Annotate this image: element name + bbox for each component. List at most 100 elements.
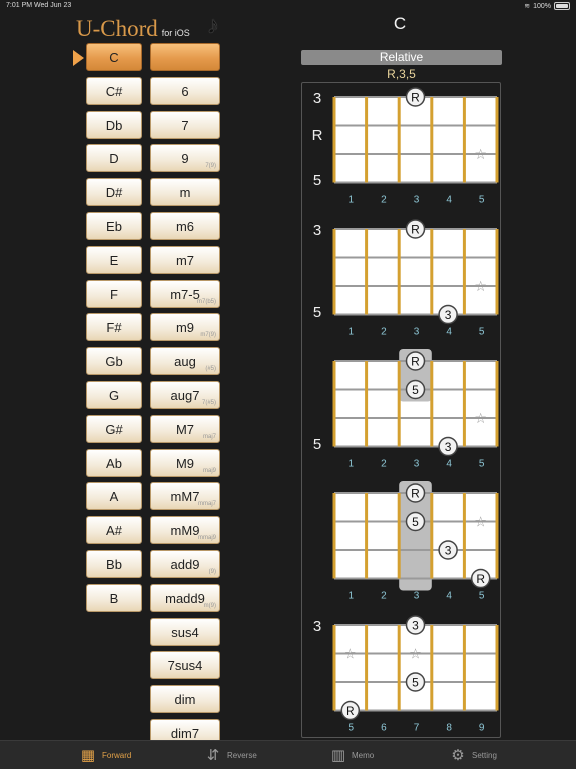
chord-type-button-aug7[interactable]: aug7 7(#5) xyxy=(150,381,220,409)
star-icon: ☆ xyxy=(474,515,487,531)
key-button-gsharp[interactable]: G# xyxy=(86,414,142,443)
fret-number: 1 xyxy=(349,459,355,470)
fret-number: 3 xyxy=(414,195,420,206)
key-button-a[interactable]: A xyxy=(86,482,142,511)
chord-type-button-m7-5[interactable]: m7-5 m7(b5) xyxy=(150,279,220,308)
tab-label: Forward xyxy=(102,750,132,760)
memo-icon: ▥ xyxy=(330,747,346,764)
relative-button[interactable]: Relative xyxy=(301,50,502,65)
key-button-gb[interactable]: Gb xyxy=(86,347,142,376)
key-button-c[interactable]: C xyxy=(86,43,142,71)
fret-number: 4 xyxy=(446,327,452,338)
key-button-eb[interactable]: Eb xyxy=(86,212,142,240)
star-icon: ☆ xyxy=(474,279,487,295)
fret-number: 4 xyxy=(446,591,452,602)
chord-type-button-m9[interactable]: M9 maj9 xyxy=(150,448,220,477)
fretboard-bg xyxy=(334,97,497,183)
key-button-bb[interactable]: Bb xyxy=(86,550,142,578)
chord-type-label: 6 xyxy=(181,83,189,99)
chord-type-button-mm7[interactable]: mM7 mmaj7 xyxy=(150,482,220,511)
chord-type-alias: mmaj7 xyxy=(197,501,216,508)
key-button-ab[interactable]: Ab xyxy=(86,448,142,477)
fret-number: 2 xyxy=(381,195,387,206)
star-icon: ☆ xyxy=(344,647,357,663)
fret-number: 5 xyxy=(479,195,485,206)
key-button-e[interactable]: E xyxy=(86,245,142,274)
status-date: Wed Jun 23 xyxy=(34,2,72,9)
fret-number: 8 xyxy=(446,723,452,734)
fret-number: 5 xyxy=(349,723,355,734)
wifi-icon: ≋ xyxy=(524,3,531,10)
status-right: ≋ 100% xyxy=(524,2,570,10)
chord-type-button-aug[interactable]: aug (#5) xyxy=(150,347,220,376)
note-dot-label: 3 xyxy=(445,308,452,322)
chord-diagram: 3 5 1 2 3 4 5 ☆ R 3 xyxy=(313,219,499,338)
fretboard-bg xyxy=(334,625,497,711)
fret-number: 5 xyxy=(479,591,485,602)
selection-arrow-icon xyxy=(73,50,84,66)
chord-type-button-major[interactable] xyxy=(150,43,220,71)
note-dot-label: R xyxy=(411,355,420,369)
chord-type-button-m6[interactable]: m6 xyxy=(150,212,220,240)
chord-type-button-7sus4[interactable]: 7sus4 xyxy=(150,651,220,680)
key-button-d[interactable]: D xyxy=(86,144,142,173)
chord-type-button-m7[interactable]: M7 maj7 xyxy=(150,414,220,443)
fret-number: 3 xyxy=(414,459,420,470)
tab-memo[interactable]: ▥ Memo xyxy=(330,741,374,769)
note-dot-label: 3 xyxy=(445,440,452,454)
note-dot-label: R xyxy=(476,572,485,586)
chord-type-button-6[interactable]: 6 xyxy=(150,76,220,105)
fretboard-diagrams: 3 R 5 1 2 3 4 5 ☆ R 3 5 1 2 3 4 5 ☆ R 3 5 1 2 3 4 5 ☆ R 5 3 1 2 3 4 5 ☆ R 5 3 R… xyxy=(312,87,499,734)
tab-forward[interactable]: ▦ Forward xyxy=(80,741,131,769)
fret-number: 9 xyxy=(479,723,485,734)
chord-type-alias: m7(b5) xyxy=(196,298,216,305)
chord-type-button-7[interactable]: 7 xyxy=(150,110,220,139)
chord-type-label: m9 xyxy=(175,320,195,336)
tab-label: Setting xyxy=(472,750,497,760)
chord-diagram: 3 5 6 7 8 9 ☆ ☆ 3 5 R xyxy=(313,615,499,734)
tab-setting[interactable]: ⚙ Setting xyxy=(450,741,497,769)
chord-type-alias: (9) xyxy=(208,569,216,575)
note-dot-label: R xyxy=(346,704,355,718)
chord-type-button-mm9[interactable]: mM9 mmaj9 xyxy=(150,516,220,545)
note-dot-label: 5 xyxy=(412,383,419,397)
key-button-dsharp[interactable]: D# xyxy=(86,178,142,207)
fret-number: 1 xyxy=(349,327,355,338)
diagram-panel: 3 R 5 1 2 3 4 5 ☆ R 3 5 1 2 3 4 5 ☆ R 3 5 1 2 3 4 5 ☆ R 5 3 1 2 3 4 5 ☆ R 5 3 R… xyxy=(301,82,501,738)
string-interval-label: 3 xyxy=(313,90,321,107)
chord-type-button-9[interactable]: 9 7(9) xyxy=(150,144,220,173)
chord-type-button-m7[interactable]: m7 xyxy=(150,245,220,274)
app-name: U-Chord xyxy=(76,16,158,41)
chord-type-label: M7 xyxy=(175,421,195,437)
chord-type-label: mM7 xyxy=(170,489,200,505)
gear-icon: ⚙ xyxy=(451,747,465,764)
string-interval-label: 5 xyxy=(313,172,321,189)
chord-type-alias: mmaj9 xyxy=(197,535,216,542)
string-interval-label: 5 xyxy=(313,304,321,321)
status-time: 7:01 PM xyxy=(6,2,33,9)
note-dot-label: 3 xyxy=(445,544,452,558)
star-icon: ☆ xyxy=(474,147,487,163)
chord-type-button-sus4[interactable]: sus4 xyxy=(150,617,220,646)
fret-number: 2 xyxy=(381,459,387,470)
key-button-csharp[interactable]: C# xyxy=(86,76,142,105)
key-button-b[interactable]: B xyxy=(86,583,142,612)
chord-type-button-m[interactable]: m xyxy=(150,178,220,207)
chord-type-button-m9[interactable]: m9 m7(9) xyxy=(150,313,220,342)
key-button-f[interactable]: F xyxy=(86,279,142,308)
fret-number: 1 xyxy=(349,195,355,206)
key-button-g[interactable]: G xyxy=(86,381,142,409)
star-icon: ☆ xyxy=(474,411,487,427)
key-button-fsharp[interactable]: F# xyxy=(86,313,142,342)
status-bar: 7:01 PM Wed Jun 23 ≋ 100% xyxy=(0,0,576,12)
tab-reverse[interactable]: ⇵ Reverse xyxy=(205,741,257,769)
string-interval-label: 5 xyxy=(313,436,321,453)
chord-type-button-add9[interactable]: add9 (9) xyxy=(150,550,220,578)
chord-type-alias: 7(#5) xyxy=(201,400,216,406)
key-button-asharp[interactable]: A# xyxy=(86,516,142,545)
key-button-db[interactable]: Db xyxy=(86,110,142,139)
chord-type-button-dim[interactable]: dim xyxy=(150,685,220,714)
note-dot-label: 5 xyxy=(412,515,419,529)
chord-diagram: 1 2 3 4 5 ☆ R 5 3 R xyxy=(332,481,499,602)
chord-type-button-madd9[interactable]: madd9 m(9) xyxy=(150,583,220,612)
